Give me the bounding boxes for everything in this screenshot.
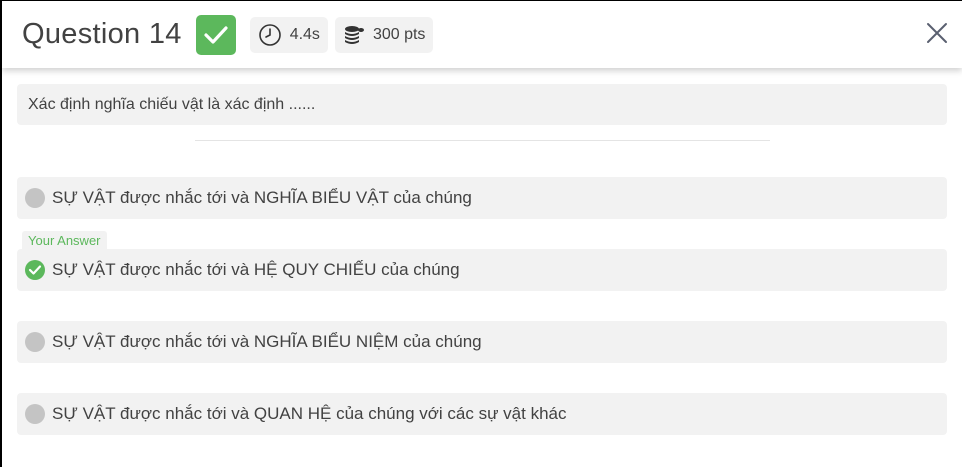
question-header: Question 14 4.4s 300 pts (2, 1, 962, 68)
question-text: Xác định nghĩa chiếu vật là xác định ...… (28, 95, 316, 113)
option-2[interactable]: SỰ VẬT được nhắc tới và HỆ QUY CHIẾU của… (17, 249, 947, 291)
question-title: Question 14 (22, 18, 182, 50)
check-circle-icon (25, 260, 45, 280)
option-3-label: SỰ VẬT được nhắc tới và NGHĨA BIỂU NIỆM … (52, 332, 482, 351)
option-4[interactable]: SỰ VẬT được nhắc tới và QUAN HỆ của chún… (17, 393, 947, 435)
points-chip: 300 pts (334, 16, 434, 53)
coins-icon (344, 25, 364, 44)
radio-dot-icon (25, 188, 45, 208)
option-3[interactable]: SỰ VẬT được nhắc tới và NGHĨA BIỂU NIỆM … (17, 321, 947, 363)
close-icon[interactable] (926, 22, 948, 44)
option-2-label: SỰ VẬT được nhắc tới và HỆ QUY CHIẾU của… (52, 260, 460, 279)
your-answer-tag: Your Answer (22, 231, 107, 250)
option-1-label: SỰ VẬT được nhắc tới và NGHĨA BIỂU VẬT c… (52, 188, 472, 207)
question-text-box: Xác định nghĩa chiếu vật là xác định ...… (17, 84, 947, 125)
close-button[interactable] (924, 20, 950, 46)
correct-badge (195, 14, 236, 55)
time-value: 4.4s (289, 25, 320, 43)
divider (195, 140, 770, 141)
option-1[interactable]: SỰ VẬT được nhắc tới và NGHĨA BIỂU VẬT c… (17, 177, 947, 219)
radio-dot-icon (25, 404, 45, 424)
points-value: 300 pts (372, 25, 426, 43)
time-chip: 4.4s (249, 16, 328, 53)
check-icon (204, 25, 228, 44)
radio-dot-icon (25, 332, 45, 352)
clock-icon (258, 23, 281, 46)
option-4-label: SỰ VẬT được nhắc tới và QUAN HỆ của chún… (52, 404, 567, 423)
